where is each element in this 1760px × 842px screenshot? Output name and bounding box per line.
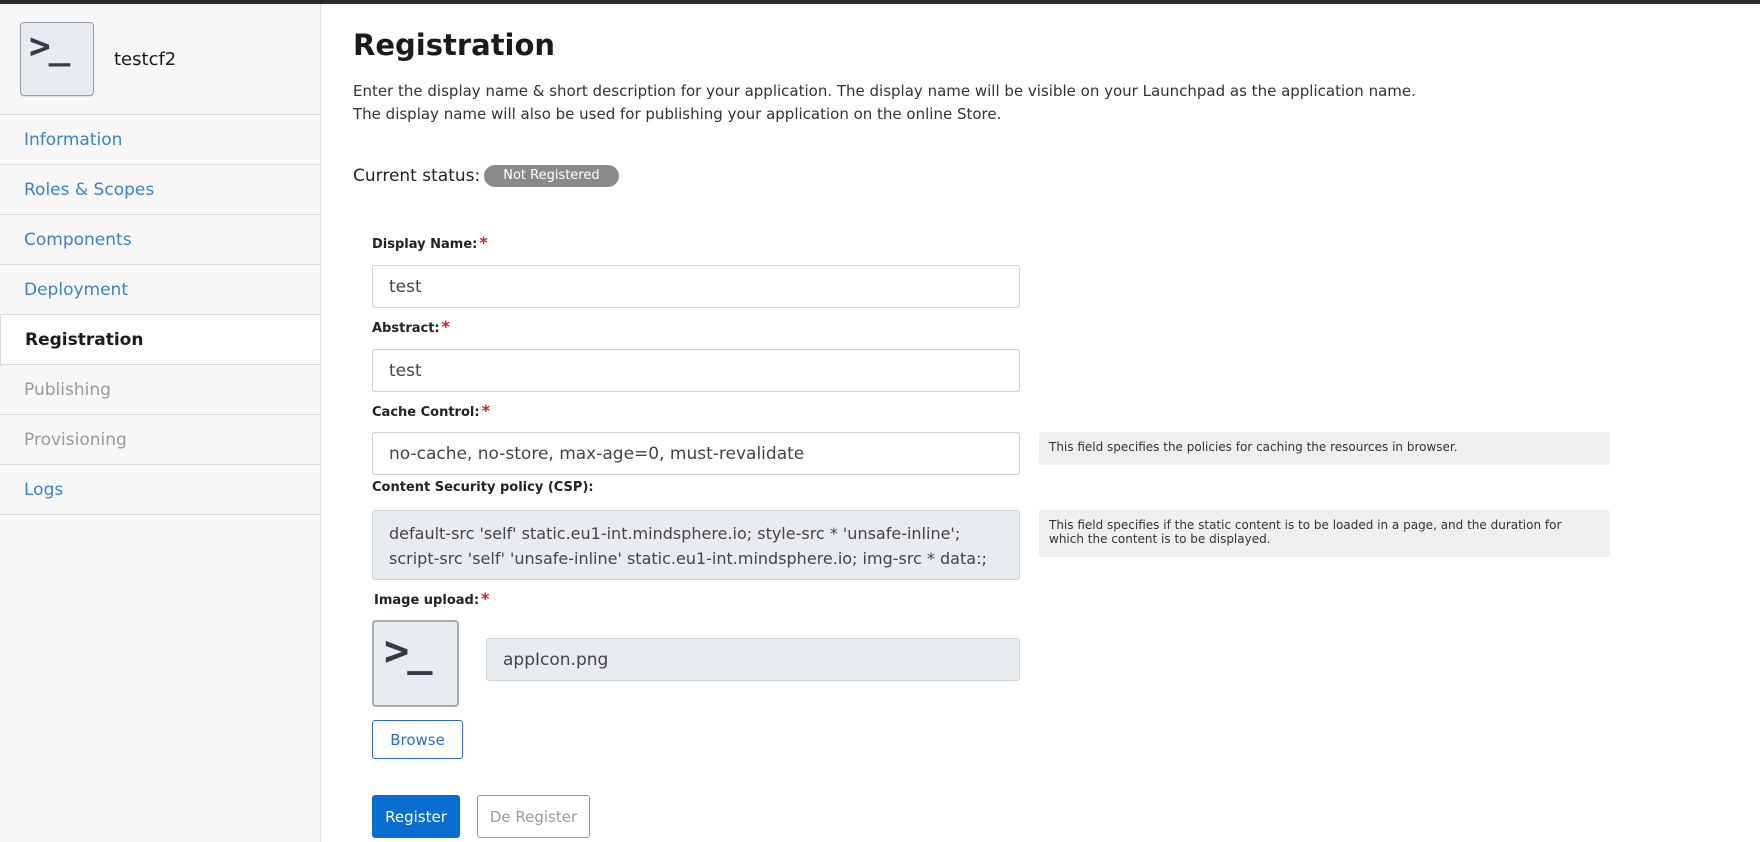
page-title: Registration (353, 28, 556, 62)
terminal-icon: >_ (372, 620, 459, 707)
sidebar: >_ testcf24 Information Roles & Scopes C… (0, 4, 321, 842)
cache-control-label: Cache Control: * (372, 401, 490, 420)
status-badge: Not Registered (484, 165, 619, 187)
image-upload-label-text: Image upload: (374, 593, 480, 608)
description-line-1: Enter the display name & short descripti… (353, 82, 1416, 100)
sidebar-item-provisioning: Provisioning (0, 415, 320, 465)
sidebar-item-logs[interactable]: Logs (0, 465, 320, 515)
display-name-input[interactable]: test (372, 265, 1020, 308)
image-file-name-field[interactable]: appIcon.png (486, 638, 1020, 681)
abstract-input[interactable]: test (372, 349, 1020, 392)
app-icon-glyph: >_ (29, 26, 70, 67)
sidebar-nav: Information Roles & Scopes Components De… (0, 115, 320, 515)
app-name: testcf24 (114, 48, 176, 70)
abstract-label: Abstract: * (372, 317, 450, 336)
status-row: Current status: Not Registered (353, 165, 619, 187)
cache-control-hint: This field specifies the policies for ca… (1039, 432, 1610, 465)
sidebar-item-registration[interactable]: Registration (0, 315, 320, 365)
csp-hint: This field specifies if the static conte… (1039, 510, 1610, 557)
csp-label: Content Security policy (CSP): (372, 480, 594, 495)
cache-control-label-text: Cache Control: (372, 405, 480, 420)
display-name-label: Display Name: * (372, 233, 488, 252)
browse-button[interactable]: Browse (372, 720, 463, 759)
cache-control-input[interactable]: no-cache, no-store, max-age=0, must-reva… (372, 432, 1020, 475)
main-content: Registration Enter the display name & sh… (353, 4, 1760, 842)
app-header: >_ testcf24 (0, 4, 320, 115)
terminal-icon: >_ (20, 22, 94, 96)
sidebar-item-publishing: Publishing (0, 365, 320, 415)
abstract-label-text: Abstract: (372, 321, 440, 336)
required-mark: * (481, 401, 490, 420)
register-button[interactable]: Register (372, 795, 460, 838)
sidebar-item-roles-scopes[interactable]: Roles & Scopes (0, 165, 320, 215)
sidebar-item-components[interactable]: Components (0, 215, 320, 265)
required-mark: * (479, 233, 488, 252)
upload-icon-glyph: >_ (384, 626, 433, 675)
display-name-label-text: Display Name: (372, 237, 478, 252)
required-mark: * (481, 589, 490, 608)
image-upload-label: Image upload: * (374, 589, 489, 608)
status-label: Current status: (353, 166, 481, 186)
sidebar-item-deployment[interactable]: Deployment (0, 265, 320, 315)
page-description: Enter the display name & short descripti… (353, 80, 1416, 126)
description-line-2: The display name will also be used for p… (353, 105, 1002, 123)
deregister-button: De Register (477, 795, 590, 838)
sidebar-item-information[interactable]: Information (0, 115, 320, 165)
csp-input[interactable]: default-src 'self' static.eu1-int.mindsp… (372, 510, 1020, 580)
required-mark: * (441, 317, 450, 336)
